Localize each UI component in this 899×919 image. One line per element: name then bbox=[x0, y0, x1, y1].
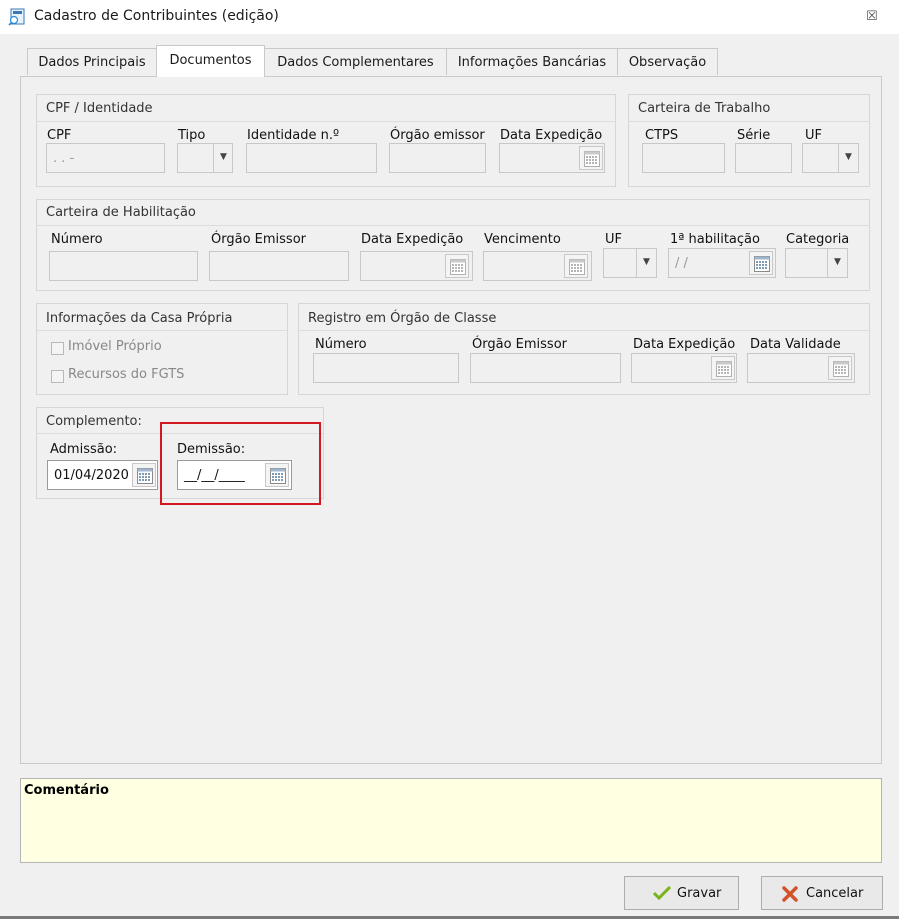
calendar-icon[interactable] bbox=[711, 356, 735, 380]
save-button[interactable]: Gravar bbox=[624, 876, 739, 910]
calendar-icon[interactable] bbox=[579, 146, 603, 170]
divider bbox=[37, 330, 287, 331]
admissao-label: Admissão: bbox=[50, 442, 118, 457]
cnh-numero-label: Número bbox=[51, 232, 103, 247]
registro-group-title: Registro em Órgão de Classe bbox=[308, 311, 497, 326]
cnh-categoria-label: Categoria bbox=[786, 232, 850, 247]
tab-documentos[interactable]: Documentos bbox=[156, 45, 265, 77]
cnh-uf-label: UF bbox=[605, 232, 622, 247]
divider bbox=[37, 121, 615, 122]
tipo-label: Tipo bbox=[178, 128, 206, 143]
serie-label: Série bbox=[737, 128, 771, 143]
orgao-emissor-field[interactable] bbox=[389, 143, 486, 173]
recursos-fgts-checkbox[interactable] bbox=[51, 370, 64, 383]
registro-orgao-label: Órgão Emissor bbox=[472, 337, 567, 352]
cancel-button[interactable]: Cancelar bbox=[761, 876, 883, 910]
cpf-field[interactable]: . . - bbox=[46, 143, 165, 173]
uf-label: UF bbox=[805, 128, 822, 143]
cancel-label: Cancelar bbox=[806, 886, 864, 901]
cnh-primeira-label: 1ª habilitação bbox=[670, 232, 760, 247]
registro-numero-field[interactable] bbox=[313, 353, 459, 383]
cnh-vencimento-label: Vencimento bbox=[484, 232, 561, 247]
imovel-proprio-checkbox[interactable] bbox=[51, 342, 64, 355]
registro-numero-label: Número bbox=[315, 337, 367, 352]
calendar-icon[interactable] bbox=[828, 356, 852, 380]
tab-informacoes-bancarias[interactable]: Informações Bancárias bbox=[446, 48, 618, 75]
cnh-orgao-field[interactable] bbox=[209, 251, 349, 281]
divider bbox=[299, 330, 869, 331]
calendar-icon[interactable] bbox=[564, 254, 588, 278]
casa-group-title: Informações da Casa Própria bbox=[46, 311, 233, 326]
chevron-down-icon[interactable]: ▼ bbox=[213, 143, 233, 173]
orgao-emissor-label: Órgão emissor bbox=[390, 128, 485, 143]
close-icon[interactable]: ☒ bbox=[866, 9, 878, 24]
cpf-label: CPF bbox=[47, 128, 72, 143]
imovel-proprio-label: Imóvel Próprio bbox=[68, 339, 162, 354]
cnh-orgao-label: Órgão Emissor bbox=[211, 232, 306, 247]
cnh-group-title: Carteira de Habilitação bbox=[46, 205, 196, 220]
save-label: Gravar bbox=[677, 886, 722, 901]
check-icon bbox=[653, 886, 671, 900]
ctps-group-title: Carteira de Trabalho bbox=[638, 101, 771, 116]
calendar-icon[interactable] bbox=[132, 463, 156, 487]
comment-label: Comentário bbox=[24, 783, 109, 798]
registro-data-validade-label: Data Validade bbox=[750, 337, 841, 352]
registro-orgao-field[interactable] bbox=[470, 353, 621, 383]
chevron-down-icon[interactable]: ▼ bbox=[827, 248, 847, 278]
divider bbox=[629, 121, 869, 122]
x-icon bbox=[782, 886, 798, 902]
serie-field[interactable] bbox=[735, 143, 792, 173]
data-expedicao-label: Data Expedição bbox=[500, 128, 603, 143]
window-title: Cadastro de Contribuintes (edição) bbox=[34, 8, 279, 24]
recursos-fgts-label: Recursos do FGTS bbox=[68, 367, 185, 382]
identidade-field[interactable] bbox=[246, 143, 377, 173]
demissao-highlight-box bbox=[160, 422, 321, 505]
cpf-group-title: CPF / Identidade bbox=[46, 101, 153, 116]
tab-dados-principais[interactable]: Dados Principais bbox=[27, 48, 157, 75]
identidade-label: Identidade n.º bbox=[247, 128, 340, 143]
divider bbox=[37, 225, 869, 226]
tab-observacao[interactable]: Observação bbox=[617, 48, 718, 75]
ctps-field[interactable] bbox=[642, 143, 725, 173]
calendar-icon[interactable] bbox=[749, 251, 773, 275]
app-icon bbox=[8, 8, 26, 26]
chevron-down-icon[interactable]: ▼ bbox=[838, 143, 858, 173]
chevron-down-icon[interactable]: ▼ bbox=[636, 248, 656, 278]
ctps-label: CTPS bbox=[645, 128, 679, 143]
cnh-numero-field[interactable] bbox=[49, 251, 198, 281]
tab-dados-complementares[interactable]: Dados Complementares bbox=[264, 48, 447, 75]
cnh-data-expedicao-label: Data Expedição bbox=[361, 232, 464, 247]
comment-box[interactable] bbox=[20, 778, 882, 863]
calendar-icon[interactable] bbox=[445, 254, 469, 278]
complemento-group-title: Complemento: bbox=[46, 414, 142, 429]
registro-data-expedicao-label: Data Expedição bbox=[633, 337, 736, 352]
